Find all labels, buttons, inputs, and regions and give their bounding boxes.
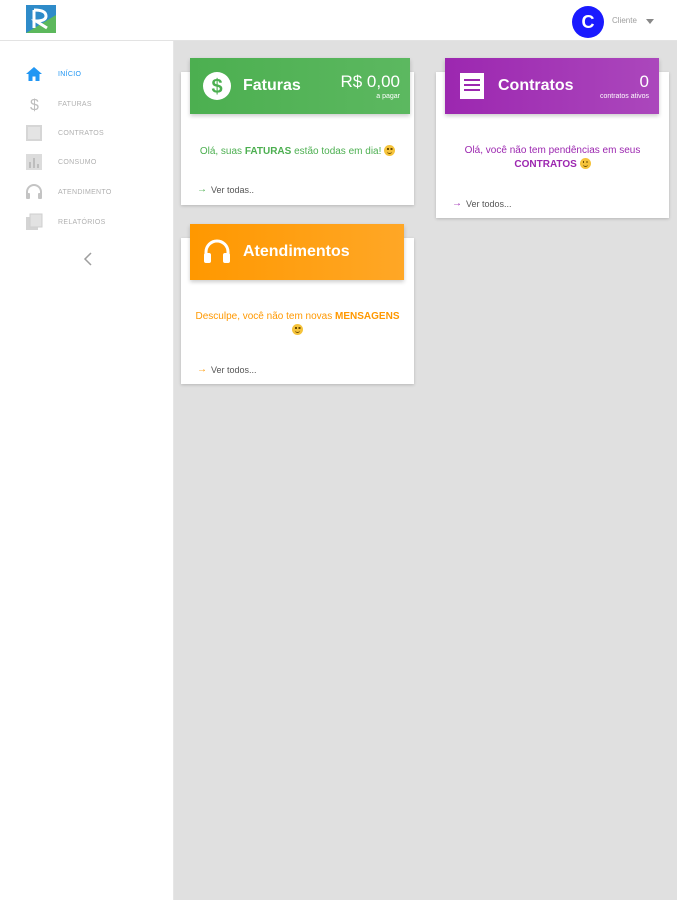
faturas-amount-caption: a pagar xyxy=(376,93,400,100)
sidebar-item-label: FATURAS xyxy=(58,100,92,108)
atendimentos-see-all-link[interactable]: → Ver todos... xyxy=(197,364,257,375)
atendimentos-keyword: MENSAGENS xyxy=(335,311,400,322)
home-icon xyxy=(24,64,44,84)
faturas-title: Faturas xyxy=(243,77,301,94)
faturas-card: $ Faturas R$ 0,00 a pagar Olá, suas FATU… xyxy=(181,58,414,205)
chevron-left-icon xyxy=(83,251,93,271)
faturas-keyword: FATURAS xyxy=(244,146,292,157)
arrow-right-icon: → xyxy=(452,198,462,209)
arrow-right-icon: → xyxy=(197,364,207,375)
contracts-icon xyxy=(24,123,44,143)
faturas-amount: R$ 0,00 xyxy=(340,72,400,91)
document-icon xyxy=(457,71,487,101)
arrow-right-icon: → xyxy=(197,184,207,195)
contratos-count-caption: contratos ativos xyxy=(599,93,649,100)
smile-emoji-icon xyxy=(579,158,591,169)
atendimentos-card-header[interactable]: Atendimentos xyxy=(190,224,404,280)
user-menu-caret-icon[interactable] xyxy=(646,19,654,24)
bar-chart-icon xyxy=(24,152,44,172)
sidebar-item-contratos[interactable]: CONTRATOS xyxy=(24,122,164,144)
contratos-see-all-link[interactable]: → Ver todos... xyxy=(452,198,512,209)
sidebar-item-label: CONSUMO xyxy=(58,158,97,166)
faturas-see-all-link[interactable]: → Ver todas.. xyxy=(197,184,254,195)
contratos-card-header[interactable]: Contratos 0 contratos ativos xyxy=(445,58,659,114)
contratos-title: Contratos xyxy=(498,77,574,94)
sidebar-item-inicio[interactable]: INÍCIO xyxy=(24,63,164,85)
sidebar-item-faturas[interactable]: $ FATURAS xyxy=(24,93,164,115)
sidebar-item-relatorios[interactable]: RELATÓRIOS xyxy=(24,211,164,233)
contratos-count: 0 xyxy=(639,72,649,91)
contratos-keyword: CONTRATOS xyxy=(514,159,577,170)
smile-emoji-icon xyxy=(384,145,396,156)
svg-text:$: $ xyxy=(211,76,222,98)
sidebar-item-consumo[interactable]: CONSUMO xyxy=(24,151,164,173)
atendimentos-message: Desculpe, você não tem novas MENSAGENS xyxy=(181,310,414,338)
sidebar-item-atendimento[interactable]: ATENDIMENTO xyxy=(24,181,164,203)
dollar-icon: $ xyxy=(24,94,44,114)
top-bar: C Cliente xyxy=(0,0,677,41)
atendimentos-title: Atendimentos xyxy=(243,243,350,260)
headset-icon xyxy=(202,237,232,267)
sidebar-item-label: ATENDIMENTO xyxy=(58,188,112,196)
app-logo[interactable] xyxy=(26,5,56,33)
smile-emoji-icon xyxy=(292,324,303,335)
dollar-circle-icon: $ xyxy=(202,71,232,101)
sidebar: INÍCIO $ FATURAS CONTRATOS CONSUMO ATEND… xyxy=(0,41,174,900)
sidebar-item-label: INÍCIO xyxy=(58,70,82,78)
main-content: $ Faturas R$ 0,00 a pagar Olá, suas FATU… xyxy=(174,41,677,900)
faturas-card-header[interactable]: $ Faturas R$ 0,00 a pagar xyxy=(190,58,410,114)
svg-text:$: $ xyxy=(30,97,39,113)
headset-icon xyxy=(24,182,44,202)
atendimentos-card: Atendimentos Desculpe, você não tem nova… xyxy=(181,224,414,384)
sidebar-item-label: RELATÓRIOS xyxy=(58,218,106,226)
collapse-sidebar-button[interactable] xyxy=(80,251,96,271)
faturas-message: Olá, suas FATURAS estão todas em dia! xyxy=(181,145,414,159)
sidebar-item-label: CONTRATOS xyxy=(58,129,104,137)
contratos-card: Contratos 0 contratos ativos Olá, você n… xyxy=(436,58,669,218)
user-avatar[interactable]: C xyxy=(572,6,604,38)
contratos-message: Olá, você não tem pendências em seus CONT… xyxy=(464,145,641,170)
user-name-label[interactable]: Cliente xyxy=(612,16,637,25)
reports-icon xyxy=(24,212,44,232)
